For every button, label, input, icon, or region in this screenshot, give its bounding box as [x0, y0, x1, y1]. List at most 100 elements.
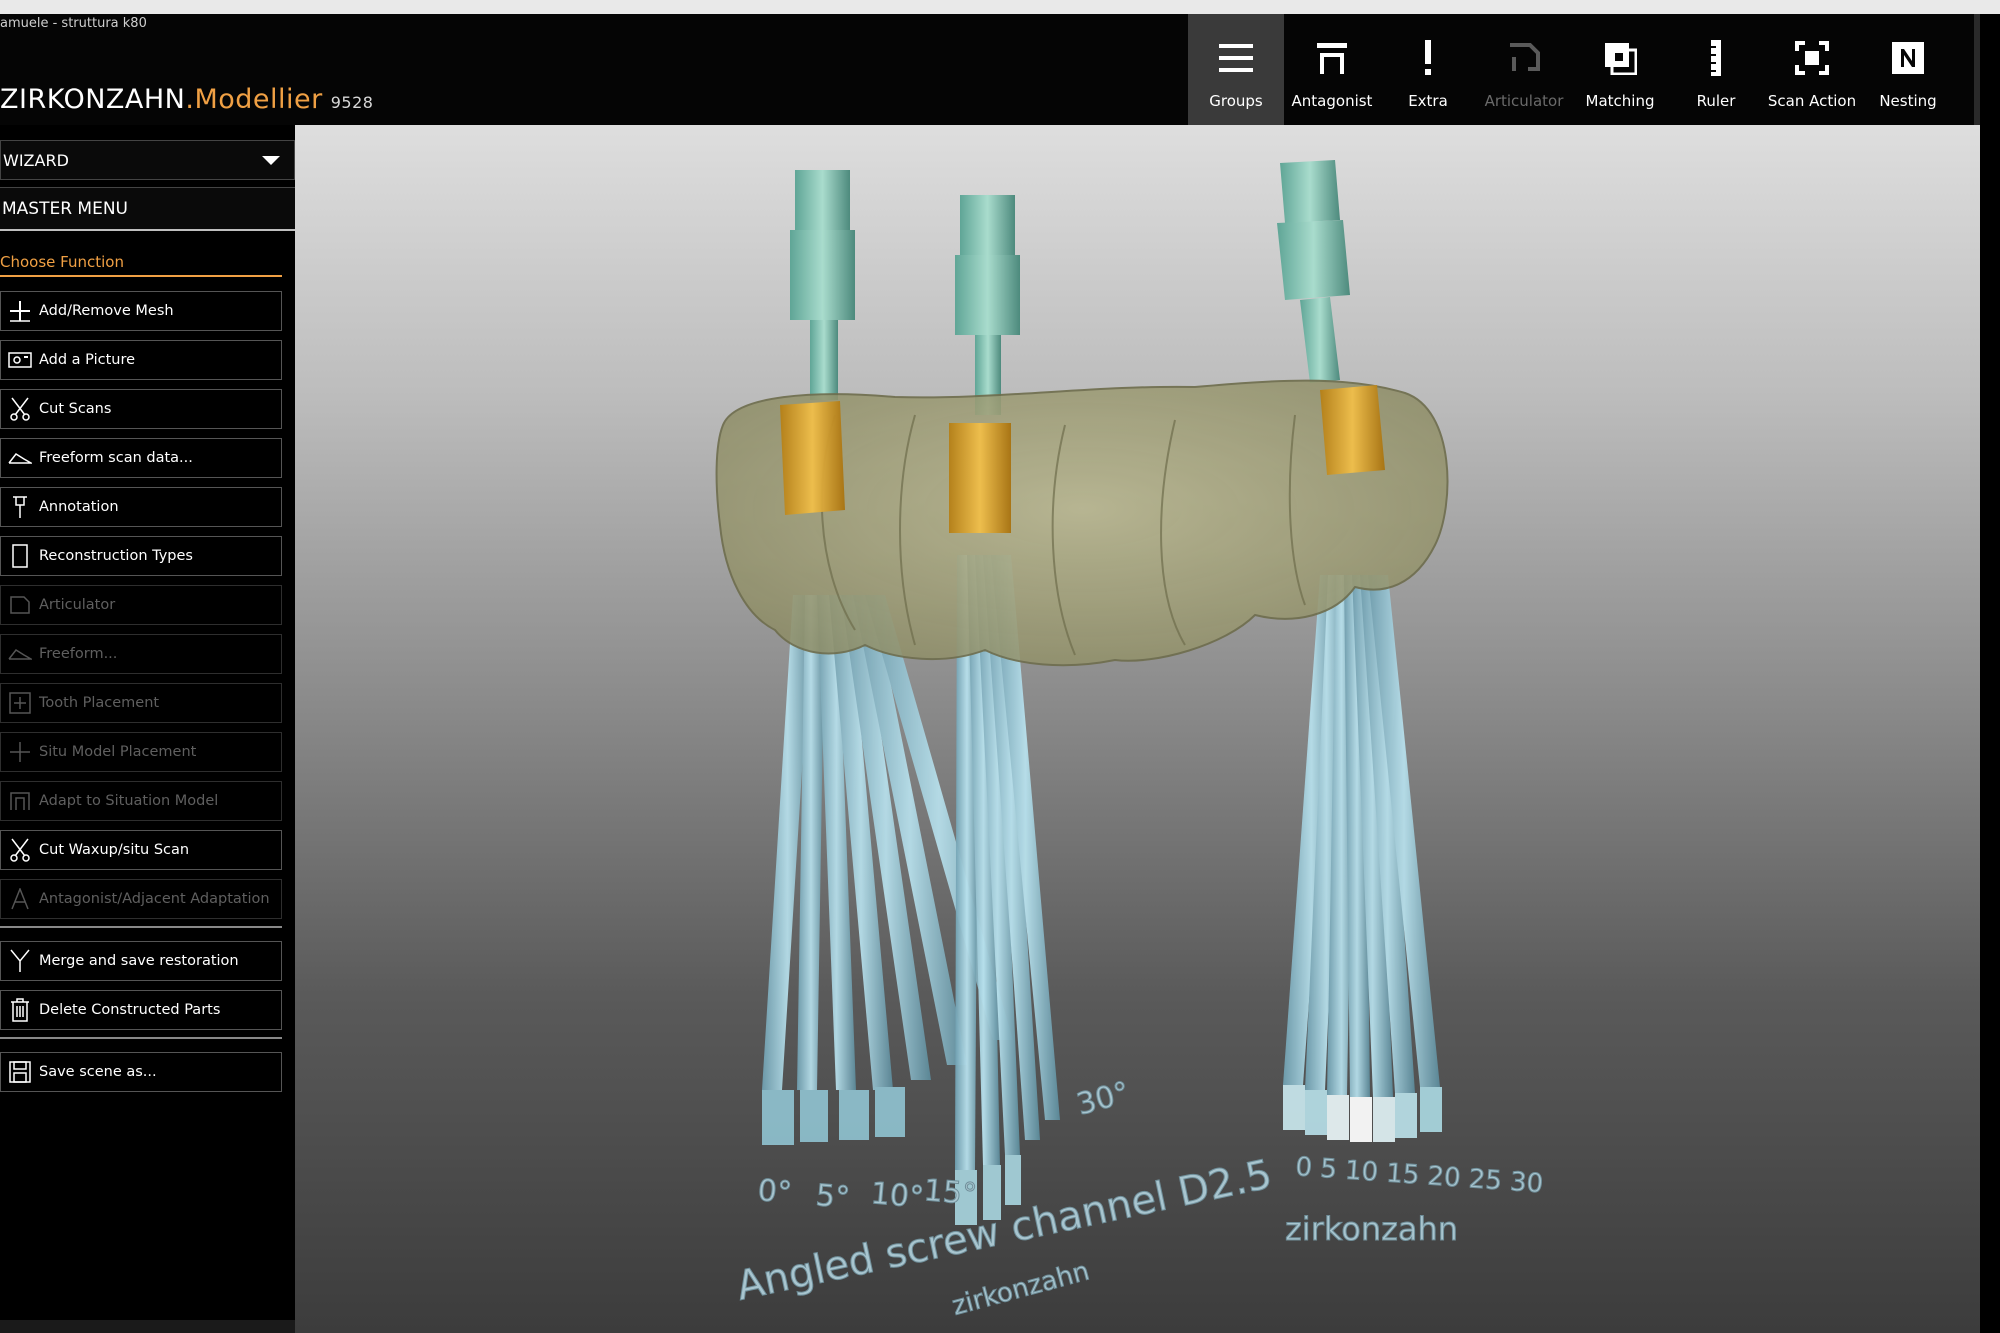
wizard-dropdown[interactable]: WIZARD: [0, 140, 295, 180]
master-menu-header[interactable]: MASTER MENU: [0, 187, 295, 231]
brand-product: Modellier: [194, 84, 323, 115]
menu-item-label: Cut Scans: [39, 401, 112, 417]
antagonist-icon: [1310, 36, 1354, 80]
menu-separator: [0, 1037, 282, 1039]
menu-item-label: Freeform scan data...: [39, 450, 193, 466]
angle-label-0: 0°: [756, 1173, 793, 1211]
menu-item-cut-waxup[interactable]: Cut Waxup/situ Scan: [0, 830, 282, 870]
app-brand: ZIRKONZAHN.Modellier 9528: [0, 84, 373, 115]
menu-item-label: Situ Model Placement: [39, 744, 197, 760]
tooth-placement-icon: [1, 684, 39, 722]
menu-item-label: Tooth Placement: [39, 695, 160, 711]
tooth-outline-icon: [1, 537, 39, 575]
sidebar-footer: [0, 1320, 295, 1333]
master-menu-label: MASTER MENU: [2, 198, 128, 219]
save-icon: [1, 1053, 39, 1091]
scissors-icon: [1, 831, 39, 869]
chevron-down-icon: [262, 156, 280, 165]
menu-item-situ-model-placement: Situ Model Placement: [0, 732, 282, 772]
groups-button[interactable]: Groups: [1188, 14, 1284, 125]
menu-item-add-remove-mesh[interactable]: Add/Remove Mesh: [0, 291, 282, 331]
matching-button[interactable]: Matching: [1572, 14, 1668, 125]
window-title: amuele - struttura k80: [0, 16, 147, 31]
menu-item-delete-parts[interactable]: Delete Constructed Parts: [0, 990, 282, 1030]
ruler-button[interactable]: Ruler: [1668, 14, 1764, 125]
menu-item-cut-scans[interactable]: Cut Scans: [0, 389, 282, 429]
freeform-icon: [1, 635, 39, 673]
implant-posts: [790, 160, 1350, 415]
window-edge: [1980, 14, 2000, 1333]
3d-viewport[interactable]: 0° 5° 10° 15° 30° 0 5 10 15 20 25 30 Ang…: [295, 125, 1980, 1333]
right-channel-fan: [1283, 575, 1442, 1142]
extra-label: Extra: [1408, 92, 1448, 110]
menu-item-label: Add/Remove Mesh: [39, 303, 174, 319]
choose-function-heading: Choose Function: [0, 253, 282, 277]
version-number: 9528: [330, 93, 374, 112]
merge-icon: [1, 942, 39, 980]
antagonist-label: Antagonist: [1291, 92, 1373, 110]
extra-button[interactable]: Extra: [1380, 14, 1476, 125]
matching-label: Matching: [1585, 92, 1655, 110]
brand-name: ZIRKONZAHN: [0, 84, 186, 115]
menu-item-add-picture[interactable]: Add a Picture: [0, 340, 282, 380]
ruler-label: Ruler: [1696, 92, 1736, 110]
menu-item-label: Adapt to Situation Model: [39, 793, 219, 809]
nesting-button[interactable]: Nesting: [1860, 14, 1956, 125]
angle-label-15: 15°: [922, 1173, 978, 1213]
scan-action-icon: [1790, 36, 1834, 80]
articulator-icon: [1502, 36, 1546, 80]
move-icon: [1, 733, 39, 771]
nesting-label: Nesting: [1879, 92, 1937, 110]
angle-labels-right: 0 5 10 15 20 25 30: [1295, 1152, 1545, 1199]
menu-item-label: Add a Picture: [39, 352, 136, 368]
articulator-label: Articulator: [1484, 92, 1564, 110]
menu-item-label: Articulator: [39, 597, 116, 613]
nesting-icon: [1886, 36, 1930, 80]
menu-item-freeform-scan-data[interactable]: Freeform scan data...: [0, 438, 282, 478]
articulator-icon: [1, 586, 39, 624]
scene-render: 0° 5° 10° 15° 30° 0 5 10 15 20 25 30 Ang…: [715, 160, 1545, 1322]
exclamation-icon: [1406, 36, 1450, 80]
menu-item-adapt-situation-model: Adapt to Situation Model: [0, 781, 282, 821]
menu-item-antagonist-adaptation: Antagonist/Adjacent Adaptation: [0, 879, 282, 919]
articulator-button[interactable]: Articulator: [1476, 14, 1572, 125]
scan-action-button[interactable]: Scan Action: [1764, 14, 1860, 125]
antagonist-button[interactable]: Antagonist: [1284, 14, 1380, 125]
scan-action-label: Scan Action: [1767, 92, 1857, 110]
menu-item-merge-save[interactable]: Merge and save restoration: [0, 941, 282, 981]
menu-item-freeform: Freeform...: [0, 634, 282, 674]
wizard-label: WIZARD: [3, 150, 69, 170]
caption-right-brand: zirkonzahn: [1285, 1210, 1458, 1248]
menu-item-label: Reconstruction Types: [39, 548, 193, 564]
angle-label-30: 30°: [1073, 1075, 1133, 1123]
ruler-icon: [1694, 36, 1738, 80]
groups-label: Groups: [1209, 92, 1263, 110]
menu-item-label: Annotation: [39, 499, 119, 515]
picture-icon: [1, 341, 39, 379]
menu-separator: [0, 926, 282, 928]
app-header: amuele - struttura k80 ZIRKONZAHN.Modell…: [0, 14, 2000, 125]
menu-item-articulator: Articulator: [0, 585, 282, 625]
title-strip: [0, 0, 2000, 14]
groups-icon: [1214, 36, 1258, 80]
left-sidebar: WIZARD MASTER MENU Choose Function Add/R…: [0, 125, 295, 1320]
menu-item-reconstruction-types[interactable]: Reconstruction Types: [0, 536, 282, 576]
menu-item-save-scene[interactable]: Save scene as...: [0, 1052, 282, 1092]
caption-left-brand: zirkonzahn: [949, 1256, 1093, 1321]
menu-item-label: Delete Constructed Parts: [39, 1002, 221, 1018]
trash-icon: [1, 991, 39, 1029]
matching-icon: [1598, 36, 1642, 80]
pin-icon: [1, 488, 39, 526]
menu-item-label: Merge and save restoration: [39, 953, 239, 969]
plus-icon: [1, 292, 39, 330]
angle-label-10: 10°: [869, 1176, 925, 1216]
menu-item-label: Save scene as...: [39, 1064, 157, 1080]
angle-label-5: 5°: [814, 1178, 851, 1216]
letter-a-icon: [1, 880, 39, 918]
menu-item-label: Cut Waxup/situ Scan: [39, 842, 190, 858]
menu-item-label: Freeform...: [39, 646, 118, 662]
menu-item-annotation[interactable]: Annotation: [0, 487, 282, 527]
menu-item-tooth-placement: Tooth Placement: [0, 683, 282, 723]
scissors-icon: [1, 390, 39, 428]
adapt-icon: [1, 782, 39, 820]
